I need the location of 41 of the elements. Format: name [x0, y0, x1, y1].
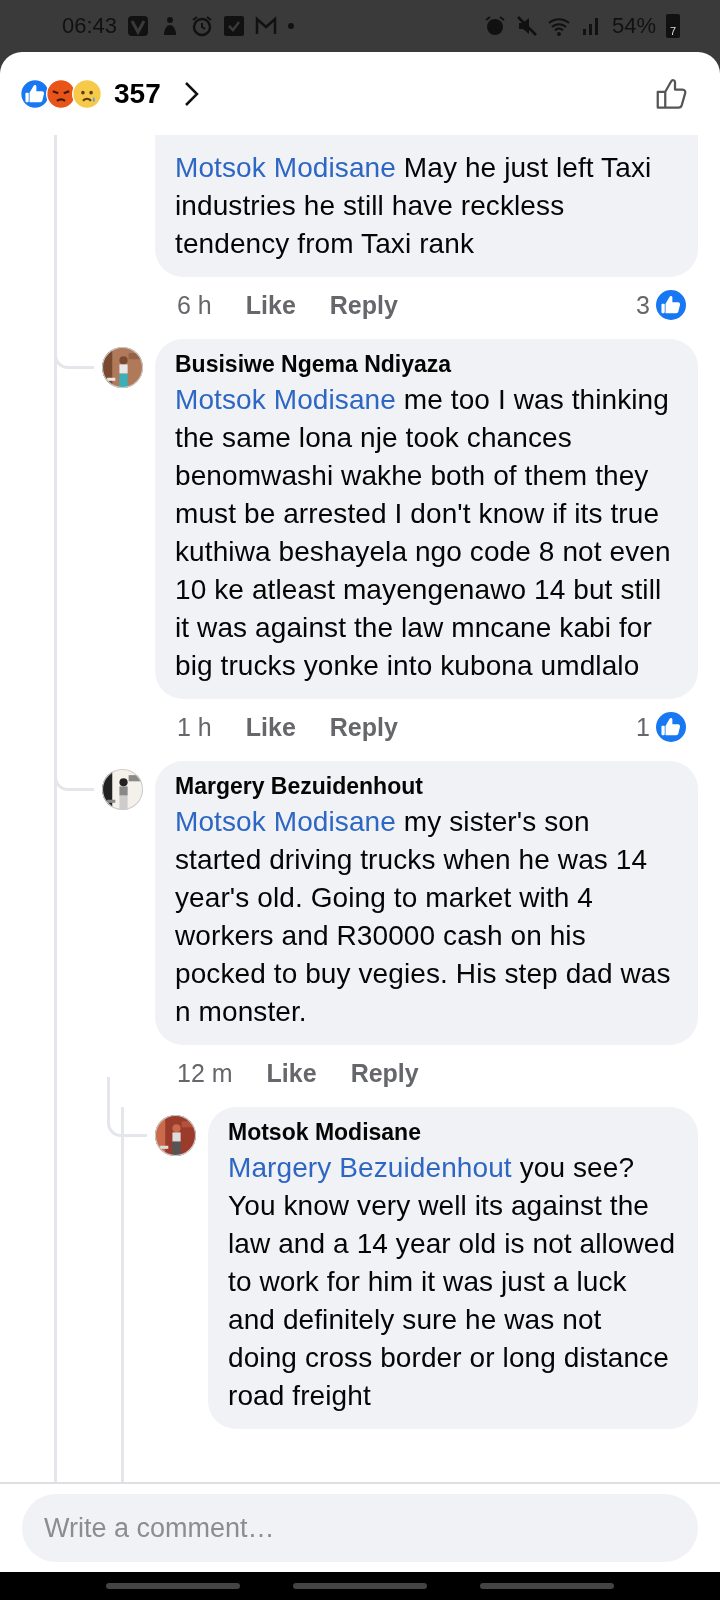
mention-link[interactable]: Motsok Modisane	[175, 384, 396, 415]
like-button[interactable]: Like	[245, 712, 296, 742]
alarm-icon	[483, 15, 506, 37]
like-button[interactable]: Like	[245, 290, 296, 320]
reaction-count: 3	[636, 290, 650, 320]
reply-button[interactable]: Reply	[329, 290, 398, 320]
nav-handle[interactable]	[479, 1583, 614, 1589]
app-icon	[127, 15, 150, 37]
checkbox-icon	[223, 15, 246, 37]
mention-link[interactable]: Motsok Modisane	[175, 806, 396, 837]
comment-input-field[interactable]: Write a comment…	[22, 1494, 698, 1562]
reaction-count[interactable]: 357	[114, 77, 161, 110]
nav-handle[interactable]	[106, 1583, 241, 1589]
alarm-icon	[191, 15, 214, 37]
author-name[interactable]: Margery Bezuidenhout	[175, 771, 678, 801]
angry-reaction-icon	[46, 78, 76, 109]
comment-time: 12 m	[177, 1058, 233, 1088]
battery-icon: 7	[666, 14, 680, 38]
comment-text: Margery Bezuidenhout you see? You know very well its against the law and a 14 year old is not allowed to work for him it was just a luck and definitely sure he was not doing cross border or long distance road freight	[228, 1151, 677, 1413]
reaction-count: 1	[636, 712, 650, 742]
sad-reaction-icon	[72, 78, 102, 109]
comment-time: 6 h	[177, 290, 212, 320]
comment-text: Motsok Modisane May he just left Taxi industries he still have reckless tendency from Taxi rank	[175, 151, 653, 261]
dot-icon	[287, 22, 296, 30]
comment-text: Motsok Modisane me too I was thinking the same lona nje took chances benomwashi wakhe both of them they must be arrested I don't know if its true kuthiwa beshayela ngo code 8 not even 10 ke atleast mayengenawo 14 but still it was against the law mncane kabi for big trucks yonke into kubona umdlalo	[175, 383, 672, 683]
nav-handle[interactable]	[293, 1583, 427, 1589]
reply-button[interactable]: Reply	[329, 712, 398, 742]
wifi-icon	[547, 15, 570, 37]
like-reaction-icon	[20, 78, 50, 109]
like-button[interactable]: Like	[266, 1058, 317, 1088]
author-name[interactable]: Busisiwe Ngema Ndiyaza	[175, 349, 678, 379]
author-name[interactable]: Motsok Modisane	[228, 1117, 678, 1147]
comment-text: Motsok Modisane my sister's son started driving trucks when he was 14 year's old. Going to market with 4 workers and R30000 cash on his pocked to buy vegies. His step dad was n monster.	[175, 805, 672, 1029]
mute-icon	[515, 15, 538, 37]
reply-button[interactable]: Reply	[350, 1058, 419, 1088]
mention-link[interactable]: Motsok Modisane	[175, 152, 396, 183]
mention-link[interactable]: Margery Bezuidenhout	[228, 1152, 512, 1183]
comment-time: 1 h	[177, 712, 212, 742]
like-reaction-icon	[656, 712, 686, 742]
like-reaction-icon	[656, 290, 686, 320]
mail-icon	[255, 15, 278, 37]
